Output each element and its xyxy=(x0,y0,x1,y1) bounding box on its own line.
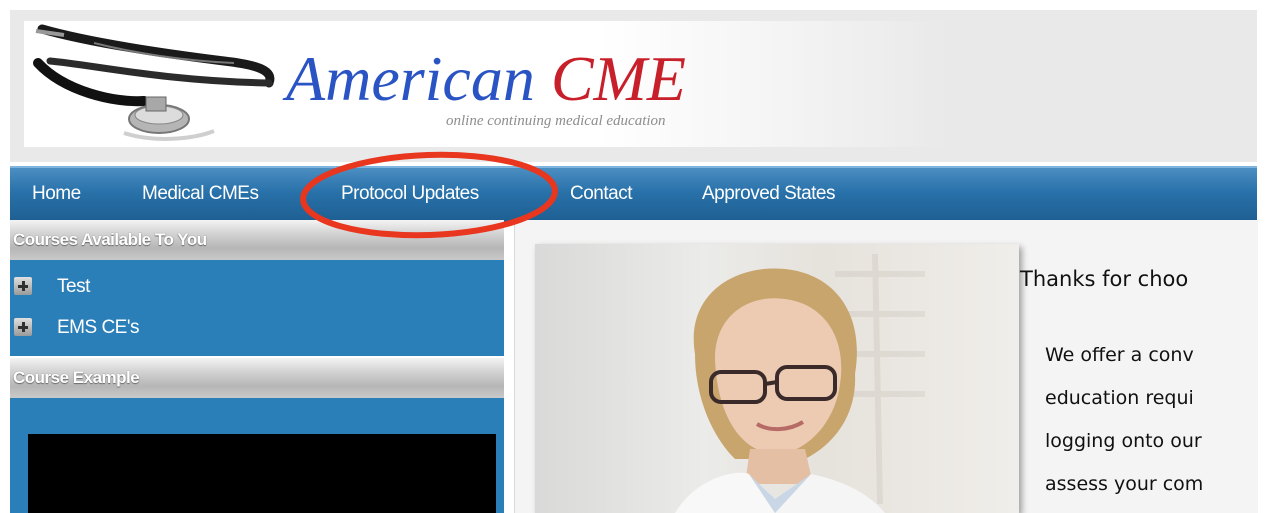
doctor-photo xyxy=(535,244,1019,513)
doctor-photo-illustration xyxy=(675,253,925,513)
expand-plus-icon[interactable] xyxy=(14,277,32,295)
logo-word-cme: CME xyxy=(550,43,686,114)
course-example-video[interactable] xyxy=(28,434,496,513)
banner[interactable]: American CME online continuing medical e… xyxy=(24,21,949,147)
main-nav: Home Medical CMEs Protocol Updates Conta… xyxy=(10,166,1257,222)
site-logo-text: American CME xyxy=(286,47,686,111)
course-label[interactable]: EMS CE's xyxy=(57,317,139,339)
course-label[interactable]: Test xyxy=(57,276,90,298)
site-header: American CME online continuing medical e… xyxy=(10,10,1257,162)
courses-list: Test EMS CE's xyxy=(10,260,504,356)
courses-section-header: Courses Available To You xyxy=(10,220,504,260)
nav-approved-states-link[interactable]: Approved States xyxy=(702,183,835,205)
nav-protocol-updates-link[interactable]: Protocol Updates xyxy=(341,183,479,205)
nav-contact-link[interactable]: Contact xyxy=(570,183,632,205)
welcome-heading: Thanks for choo xyxy=(1020,267,1189,291)
intro-text-line: education requi xyxy=(1045,387,1194,409)
course-example-title: Course Example xyxy=(13,368,140,387)
course-example-header: Course Example xyxy=(10,358,504,398)
left-sidebar: Courses Available To You Test EMS CE's C… xyxy=(10,220,504,513)
main-content: Thanks for choo We offer a conv educatio… xyxy=(514,220,1258,513)
intro-text-line: assess your com xyxy=(1045,473,1204,495)
intro-text-line: logging onto our xyxy=(1045,430,1202,452)
nav-home-link[interactable]: Home xyxy=(32,183,81,205)
logo-word-american: American xyxy=(286,43,535,114)
expand-plus-icon[interactable] xyxy=(14,318,32,336)
stethoscope-logo-icon xyxy=(33,24,275,141)
courses-section-title: Courses Available To You xyxy=(13,230,207,249)
intro-text-line: We offer a conv xyxy=(1045,344,1194,366)
course-item-ems-ces[interactable]: EMS CE's xyxy=(10,315,500,341)
logo-tagline: online continuing medical education xyxy=(446,113,666,129)
course-item-test[interactable]: Test xyxy=(10,274,500,300)
nav-medical-cmes-link[interactable]: Medical CMEs xyxy=(142,183,259,205)
